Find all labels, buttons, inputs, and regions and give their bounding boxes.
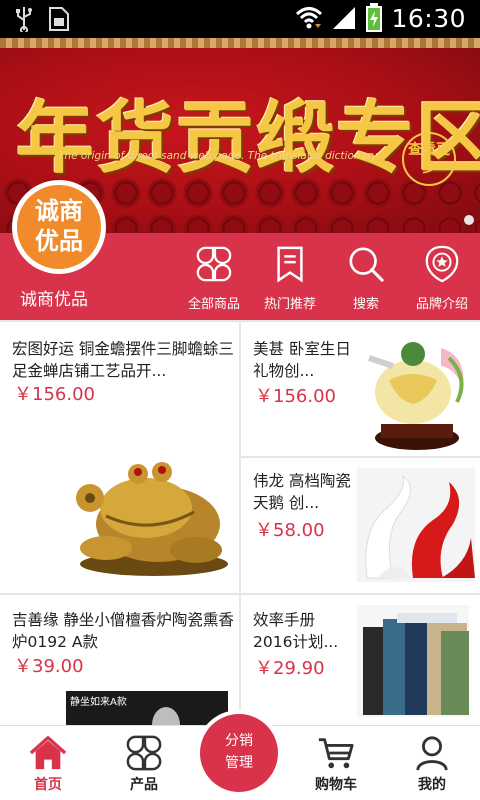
shop-nav: 全部商品 热门推荐 搜索 品牌介绍 — [176, 245, 480, 315]
usb-icon — [16, 7, 32, 32]
product-price: ￥58.00 — [255, 520, 325, 541]
banner-subtitle: The origin of direct sand web page. The … — [58, 150, 378, 162]
wifi-icon — [296, 7, 323, 29]
fab-label-line2: 管理 — [225, 755, 253, 771]
product-name: 宏图好运 铜金蟾摆件三脚蟾蜍三足金蝉店铺工艺品开... — [12, 340, 234, 380]
tab-cart[interactable]: 购物车 — [288, 726, 384, 800]
clock: 16:30 — [391, 3, 466, 33]
tab-mine[interactable]: 我的 — [384, 726, 480, 800]
nav-brand-intro-label: 品牌介绍 — [415, 297, 468, 312]
carousel-indicator[interactable] — [464, 215, 474, 225]
search-icon — [349, 247, 384, 282]
product-image — [357, 468, 475, 582]
product-grid: 宏图好运 铜金蟾摆件三脚蟾蜍三足金蝉店铺工艺品开... ￥156.00 美甚 卧… — [0, 320, 480, 725]
product-name: 效率手册 2016计划... — [253, 611, 339, 651]
nav-brand-intro[interactable]: 品牌介绍 — [404, 245, 480, 315]
tab-cart-label: 购物车 — [315, 777, 357, 793]
product-price: ￥156.00 — [14, 384, 95, 405]
logo-text-line2: 优品 — [35, 227, 83, 255]
battery-icon — [366, 3, 383, 32]
nav-search[interactable]: 搜索 — [328, 245, 404, 315]
nav-hot-recommend[interactable]: 热门推荐 — [252, 245, 328, 315]
tab-products[interactable]: 产品 — [96, 726, 192, 800]
product-image — [357, 605, 469, 717]
product-price: ￥156.00 — [255, 386, 336, 407]
sim-icon — [49, 7, 69, 31]
signal-icon — [333, 7, 356, 29]
product-card-lamp[interactable]: 美甚 卧室生日礼物创... ￥156.00 — [241, 322, 480, 456]
nav-hot-recommend-label: 热门推荐 — [263, 297, 316, 312]
product-image — [359, 328, 475, 454]
banner-more-button[interactable]: 查看更多 — [402, 132, 456, 186]
tab-home[interactable]: 首页 — [0, 726, 96, 800]
fab-label-line1: 分销 — [225, 733, 253, 749]
tab-home-label: 首页 — [34, 777, 62, 793]
nav-all-products[interactable]: 全部商品 — [176, 245, 252, 315]
product-card-planner[interactable]: 效率手册 2016计划... ￥29.90 — [241, 595, 480, 725]
tab-products-label: 产品 — [130, 777, 158, 793]
user-icon — [416, 736, 448, 771]
status-bar: 16:30 — [0, 0, 480, 38]
product-price: ￥39.00 — [14, 656, 84, 677]
cart-icon — [318, 738, 354, 769]
nav-all-products-label: 全部商品 — [187, 297, 240, 312]
grid-icon — [126, 735, 162, 771]
home-icon — [29, 736, 67, 770]
shop-name: 诚商优品 — [20, 290, 88, 310]
bookmark-icon — [277, 246, 303, 283]
logo-text-line1: 诚商 — [35, 197, 83, 225]
tab-mine-label: 我的 — [418, 777, 446, 793]
grid-icon — [196, 246, 232, 282]
product-card-toad[interactable]: 宏图好运 铜金蟾摆件三脚蟾蜍三足金蝉店铺工艺品开... ￥156.00 — [0, 322, 239, 593]
product-price: ￥29.90 — [255, 658, 325, 679]
product-image — [66, 452, 230, 580]
product-card-swan[interactable]: 伟龙 高档陶瓷天鹅 创... ￥58.00 — [241, 458, 480, 593]
shop-logo: 诚商 优品 — [12, 180, 106, 274]
distribution-management-button[interactable]: 分销 管理 — [196, 710, 282, 796]
badge-icon — [425, 245, 459, 283]
product-card-incense[interactable]: 吉善缘 静坐小僧檀香炉陶瓷熏香炉0192 A款 ￥39.00 静坐如来A款 — [0, 595, 239, 725]
product-name: 美甚 卧室生日礼物创... — [253, 340, 351, 380]
banner-rope-decoration — [0, 38, 480, 48]
product-name: 伟龙 高档陶瓷天鹅 创... — [253, 472, 351, 512]
product-name: 吉善缘 静坐小僧檀香炉陶瓷熏香炉0192 A款 — [12, 611, 234, 651]
nav-search-label: 搜索 — [352, 297, 379, 312]
product-image: 静坐如来A款 — [66, 691, 228, 725]
